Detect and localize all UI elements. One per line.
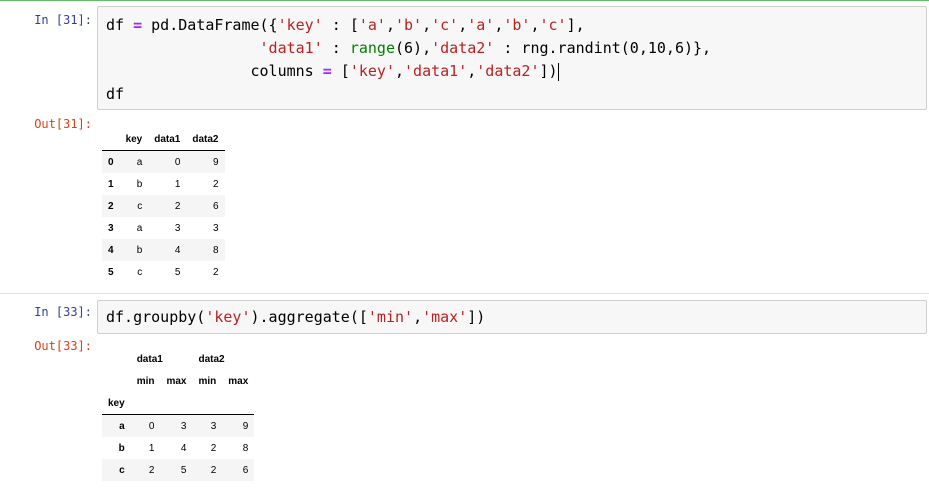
- table-cell: 6: [222, 459, 255, 481]
- table-cell: 5: [160, 459, 193, 481]
- table-cell: 8: [186, 239, 225, 261]
- table-cell: 4: [180, 442, 187, 454]
- table-cell: 3: [192, 414, 223, 437]
- output-prompt: Out[33]:: [34, 339, 92, 353]
- column-header: data1: [148, 128, 187, 151]
- table-row: 5 c 5 2: [102, 261, 225, 283]
- row-index: 0: [102, 150, 120, 173]
- text-cursor: [557, 62, 559, 81]
- code-line: df: [106, 85, 125, 103]
- table-cell: 2: [148, 195, 187, 217]
- code-line: df.groupby('key').aggregate(['min','max'…: [106, 308, 486, 326]
- table-row: a0339: [102, 414, 255, 437]
- table-cell: a: [136, 222, 143, 234]
- cell-top-border: [0, 0, 929, 1]
- table-cell: 2: [210, 442, 217, 454]
- code-line: df = pd.DataFrame({'key' : ['a','b','c',…: [106, 16, 585, 34]
- table-cell: 3: [174, 222, 181, 234]
- table-cell: 0: [130, 414, 161, 437]
- empty-header: [130, 392, 161, 415]
- index-name-header: key: [102, 392, 131, 415]
- table-cell: c: [137, 266, 143, 278]
- code-line: columns = ['key','data1','data2']): [106, 62, 559, 81]
- input-prompt: In [31]:: [34, 13, 92, 27]
- table-row: b 1 4 2 8: [102, 437, 254, 459]
- table-cell: 8: [242, 442, 249, 454]
- table-header-row: key: [102, 392, 255, 415]
- table-cell: b: [119, 239, 149, 261]
- index-header: [102, 348, 131, 370]
- table-cell: 6: [186, 195, 225, 217]
- code-line: 'data1' : range(6),'data2' : rng.randint…: [259, 39, 712, 57]
- row-index: 3: [108, 222, 114, 234]
- column-header: key: [119, 128, 149, 151]
- table-header-row: data1 data2: [102, 348, 254, 370]
- empty-header: [222, 392, 255, 415]
- column-group-header: data2: [198, 353, 225, 365]
- table-row: 2c26: [102, 195, 225, 217]
- table-cell: 1: [174, 178, 181, 190]
- table-cell: 9: [222, 414, 255, 437]
- column-header: data2: [186, 128, 225, 151]
- table-cell: 0: [148, 150, 187, 173]
- table-cell: 1: [148, 442, 155, 454]
- dataframe-table: key data1 data2 0a09 1b12 2c26 3a33 4b48…: [102, 128, 225, 283]
- code-cell-input[interactable]: df.groupby('key').aggregate(['min','max'…: [97, 300, 927, 334]
- table-row: 3 a 3 3: [102, 217, 225, 239]
- table-header-row: key data1 data2: [102, 128, 225, 151]
- code-editor[interactable]: df = pd.DataFrame({'key' : ['a','b','c',…: [106, 14, 711, 106]
- row-index: 2: [102, 195, 120, 217]
- row-index: 1: [108, 178, 114, 190]
- row-index: a: [102, 414, 131, 437]
- table-cell: 2: [192, 459, 223, 481]
- cell-divider: [0, 293, 929, 294]
- input-prompt: In [33]:: [34, 305, 92, 319]
- row-index: 4: [102, 239, 120, 261]
- column-header: max: [166, 375, 187, 387]
- table-cell: 5: [174, 266, 181, 278]
- row-index: b: [118, 442, 125, 454]
- table-cell: 2: [212, 266, 219, 278]
- notebook: In [31]: df = pd.DataFrame({'key' : ['a'…: [0, 0, 929, 494]
- column-header: min: [136, 375, 155, 387]
- table-row: c2526: [102, 459, 255, 481]
- code-cell-input[interactable]: df = pd.DataFrame({'key' : ['a','b','c',…: [97, 6, 927, 110]
- table-cell: 4: [148, 239, 187, 261]
- table-cell: c: [119, 195, 149, 217]
- grouped-dataframe-table: data1 data2 min max min max key a0339 b1…: [102, 348, 255, 481]
- code-editor[interactable]: df.groupby('key').aggregate(['min','max'…: [106, 306, 485, 329]
- column-group-header: data1: [136, 353, 163, 365]
- table-cell: 2: [130, 459, 161, 481]
- column-header: min: [198, 375, 217, 387]
- index-header: [102, 128, 120, 151]
- table-cell: b: [136, 178, 143, 190]
- table-row: 4b48: [102, 239, 225, 261]
- table-cell: 3: [212, 222, 219, 234]
- row-index: 5: [108, 266, 114, 278]
- table-cell: 9: [186, 150, 225, 173]
- table-row: 1 b 1 2: [102, 173, 225, 195]
- table-cell: 3: [160, 414, 193, 437]
- column-header: max: [228, 375, 249, 387]
- output-prompt: Out[31]:: [34, 117, 92, 131]
- table-cell: 2: [212, 178, 219, 190]
- empty-header: [192, 392, 223, 415]
- table-cell: a: [119, 150, 149, 173]
- index-header: [102, 370, 131, 392]
- row-index: c: [102, 459, 131, 481]
- table-header-row: min max min max: [102, 370, 254, 392]
- table-row: 0a09: [102, 150, 225, 173]
- empty-header: [160, 392, 193, 415]
